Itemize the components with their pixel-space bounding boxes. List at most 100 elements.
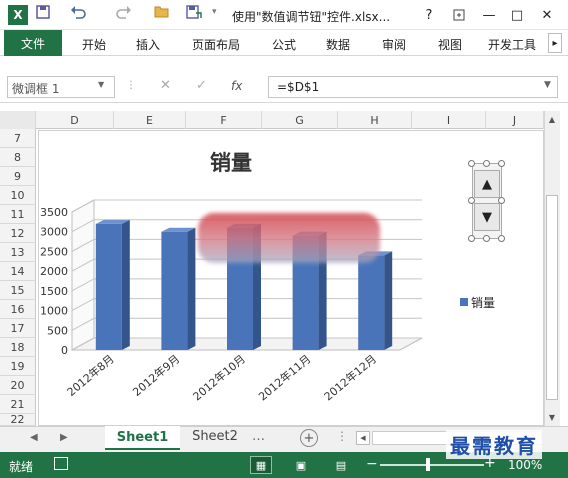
tab-developer[interactable]: 开发工具 xyxy=(488,36,536,53)
sheet-tab-sheet1[interactable]: Sheet1 xyxy=(105,426,180,450)
x-tick-label: 2012年11月 xyxy=(256,352,314,404)
scroll-up-icon[interactable]: ▲ xyxy=(544,112,560,126)
row-header[interactable]: 15 xyxy=(0,281,36,300)
prev-sheet-icon[interactable]: ◀ xyxy=(30,432,38,443)
tab-page-layout[interactable]: 页面布局 xyxy=(192,36,240,53)
tab-data[interactable]: 数据 xyxy=(326,36,350,53)
row-header[interactable]: 22 xyxy=(0,414,36,426)
expand-formula-icon[interactable]: ▼ xyxy=(544,80,551,90)
y-tick-label: 3500 xyxy=(40,206,68,219)
excel-logo-icon: X xyxy=(8,5,28,25)
y-tick-label: 2500 xyxy=(40,245,68,258)
zoom-slider-thumb[interactable] xyxy=(426,458,430,471)
help-button[interactable]: ? xyxy=(418,5,440,25)
resize-handle[interactable] xyxy=(468,160,475,167)
watermark: 最需教育 xyxy=(446,430,542,459)
minimize-button[interactable]: — xyxy=(478,5,500,25)
column-header-j[interactable]: J xyxy=(486,111,544,129)
enter-formula-icon[interactable]: ✓ xyxy=(196,78,207,93)
close-button[interactable]: ✕ xyxy=(536,5,558,25)
formula-input[interactable]: =$D$1 xyxy=(268,76,558,98)
tab-insert[interactable]: 插入 xyxy=(136,36,160,53)
row-header[interactable]: 8 xyxy=(0,148,36,167)
ribbon-collapsed-area xyxy=(0,57,568,73)
tab-split-handle-icon[interactable]: ⋮ xyxy=(336,429,348,443)
row-header[interactable]: 14 xyxy=(0,262,36,281)
macro-record-icon[interactable] xyxy=(54,457,68,470)
column-header-e[interactable]: E xyxy=(114,111,186,129)
row-header[interactable]: 20 xyxy=(0,376,36,395)
bar xyxy=(161,231,188,350)
row-header[interactable]: 21 xyxy=(0,395,36,414)
tab-view[interactable]: 视图 xyxy=(438,36,462,53)
zoom-level[interactable]: 100% xyxy=(508,458,542,472)
page-break-view-icon[interactable]: ▤ xyxy=(330,456,352,474)
resize-handle[interactable] xyxy=(468,235,475,242)
page-layout-view-icon[interactable]: ▣ xyxy=(290,456,312,474)
bar-side xyxy=(384,251,393,350)
row-header[interactable]: 13 xyxy=(0,243,36,262)
y-tick-label: 3000 xyxy=(40,226,68,239)
x-tick-label: 2012年9月 xyxy=(130,352,183,399)
insert-function-button[interactable]: fx xyxy=(231,79,242,93)
row-header[interactable]: 9 xyxy=(0,167,36,186)
zoom-out-button[interactable]: − xyxy=(366,456,378,472)
row-header[interactable]: 7 xyxy=(0,129,36,148)
chart-plot[interactable]: 3500 3000 2500 2000 1500 1000 500 02012年8月 2012年… xyxy=(38,130,544,426)
y-tick-label: 1000 xyxy=(40,305,68,318)
next-sheet-icon[interactable]: ▶ xyxy=(60,432,68,443)
tab-home[interactable]: 开始 xyxy=(82,36,106,53)
maximize-button[interactable]: □ xyxy=(506,5,528,25)
resize-handle[interactable] xyxy=(498,160,505,167)
resize-handle[interactable] xyxy=(483,235,490,242)
ribbon-display-icon[interactable] xyxy=(448,5,470,25)
row-header[interactable]: 19 xyxy=(0,357,36,376)
spin-up-button[interactable]: ▲ xyxy=(474,170,500,198)
redo-icon[interactable] xyxy=(116,5,132,22)
scroll-down-icon[interactable]: ▼ xyxy=(544,410,560,424)
row-header[interactable]: 12 xyxy=(0,224,36,243)
resize-handle[interactable] xyxy=(483,160,490,167)
bar xyxy=(95,223,122,350)
tab-review[interactable]: 审阅 xyxy=(382,36,406,53)
normal-view-icon[interactable]: ▦ xyxy=(250,456,272,474)
open-folder-icon[interactable] xyxy=(154,5,170,21)
column-header-d[interactable]: D xyxy=(36,111,114,129)
chart-side-wall xyxy=(71,199,95,351)
name-box-dropdown-icon[interactable]: ▼ xyxy=(98,80,104,89)
ribbon-scroll-right-icon[interactable]: ▸ xyxy=(548,33,562,53)
row-header[interactable]: 16 xyxy=(0,300,36,319)
row-header[interactable]: 17 xyxy=(0,319,36,338)
column-header-g[interactable]: G xyxy=(262,111,338,129)
row-header[interactable]: 18 xyxy=(0,338,36,357)
vertical-scroll-thumb[interactable] xyxy=(546,195,558,400)
select-all-corner[interactable] xyxy=(0,111,36,129)
legend-swatch xyxy=(460,298,468,306)
bar xyxy=(358,255,385,350)
row-header[interactable]: 11 xyxy=(0,205,36,224)
formula-bar-grip-icon[interactable]: ⋮ xyxy=(126,80,136,91)
add-sheet-button[interactable]: + xyxy=(300,429,318,447)
undo-icon[interactable] xyxy=(70,5,86,22)
resize-handle[interactable] xyxy=(498,235,505,242)
row-header[interactable]: 10 xyxy=(0,186,36,205)
scroll-left-icon[interactable]: ◀ xyxy=(356,431,370,445)
y-tick-label: 500 xyxy=(47,324,68,337)
bar-side xyxy=(121,219,130,350)
status-ready: 就绪 xyxy=(9,460,34,474)
column-header-h[interactable]: H xyxy=(338,111,412,129)
spin-down-button[interactable]: ▼ xyxy=(474,203,500,231)
cancel-formula-icon[interactable]: ✕ xyxy=(160,78,171,93)
column-header-i[interactable]: I xyxy=(412,111,486,129)
sheet-tab-sheet2[interactable]: Sheet2 xyxy=(184,429,246,444)
tab-formulas[interactable]: 公式 xyxy=(272,36,296,53)
y-tick-label: 1500 xyxy=(40,285,68,298)
column-header-f[interactable]: F xyxy=(186,111,262,129)
more-sheets-button[interactable]: … xyxy=(252,429,265,444)
customize-qat-icon[interactable]: ▾ xyxy=(212,7,217,17)
zoom-slider[interactable] xyxy=(380,464,484,466)
legend-label[interactable]: 销量 xyxy=(471,294,495,311)
save-icon[interactable] xyxy=(36,5,50,22)
tab-file[interactable]: 文件 xyxy=(4,30,62,56)
save-as-icon[interactable] xyxy=(186,5,202,22)
